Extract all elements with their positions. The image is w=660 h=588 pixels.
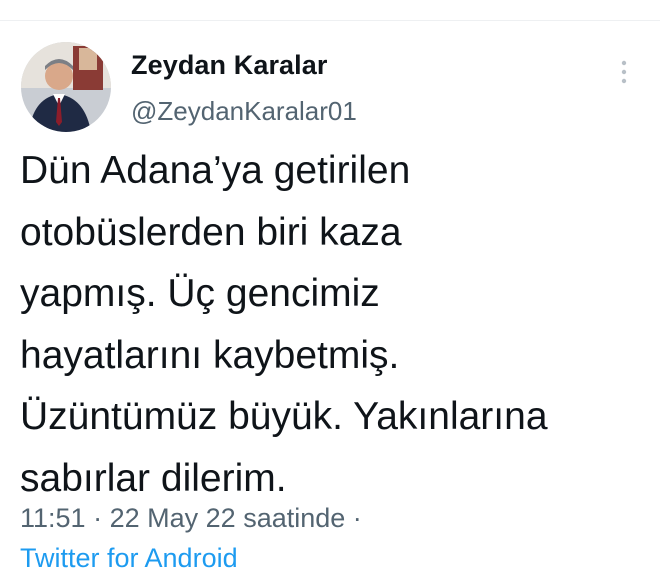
- avatar-photo: [21, 42, 111, 132]
- top-divider: [0, 20, 660, 21]
- tweet-text-line: sabırlar dilerim.: [20, 456, 287, 500]
- tweet-time[interactable]: 11:51: [20, 503, 86, 533]
- tweet-text: Dün Adana’ya getirilen otobüslerden biri…: [20, 140, 650, 509]
- tweet-text-line: hayatlarını kaybetmiş.: [20, 333, 400, 377]
- tweet-text-line: Dün Adana’ya getirilen: [20, 149, 411, 192]
- avatar[interactable]: [21, 42, 111, 132]
- tweet-text-line: Üzüntümüz büyük. Yakınlarına: [20, 395, 548, 438]
- tweet-date-suffix: saatinde: [243, 503, 346, 533]
- tweet-text-line: otobüslerden biri kaza: [20, 210, 402, 254]
- tweet-date[interactable]: 22 May 22: [110, 503, 236, 533]
- author-handle[interactable]: @ZeydanKaralar01: [131, 96, 357, 127]
- author-display-name[interactable]: Zeydan Karalar: [131, 50, 328, 81]
- meta-separator: ·: [93, 503, 103, 533]
- more-vertical-icon[interactable]: [612, 58, 636, 88]
- tweet-meta: 11:51 · 22 May 22 saatinde ·: [20, 503, 362, 534]
- tweet-text-line: yapmış. Üç gencimiz: [20, 272, 380, 315]
- tweet-source-link[interactable]: Twitter for Android: [20, 543, 238, 574]
- meta-separator: ·: [352, 503, 362, 533]
